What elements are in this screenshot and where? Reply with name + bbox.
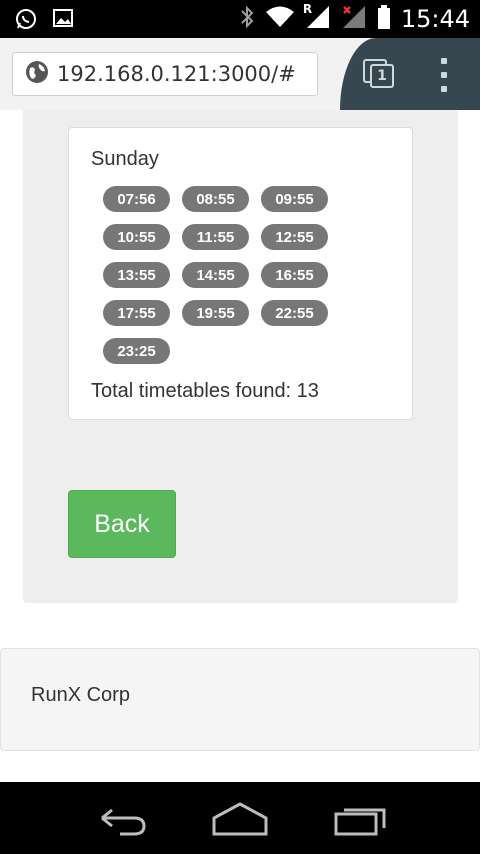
browser-toolbar: 192.168.0.121:3000/# <box>0 38 480 110</box>
home-icon <box>212 802 268 836</box>
bluetooth-icon <box>239 4 255 34</box>
address-bar[interactable]: 192.168.0.121:3000/# <box>12 52 318 96</box>
time-badge: 13:55 <box>103 262 170 288</box>
time-badge: 08:55 <box>182 186 249 212</box>
time-badge: 16:55 <box>261 262 328 288</box>
time-badge: 19:55 <box>182 300 249 326</box>
signal-roaming-icon: R <box>302 2 331 34</box>
time-badge: 09:55 <box>261 186 328 212</box>
nav-back-button[interactable] <box>90 798 150 838</box>
time-badge: 14:55 <box>182 262 249 288</box>
total-timetables: Total timetables found: 13 <box>91 380 319 402</box>
page-content: Sunday 07:56 08:55 09:55 10:55 11:55 12:55 13:… <box>0 110 480 782</box>
footer: RunX Corp <box>0 648 480 751</box>
back-arrow-icon <box>101 808 146 836</box>
battery-icon <box>377 4 391 34</box>
time-badge: 10:55 <box>103 224 170 250</box>
nav-recents-button[interactable] <box>330 798 390 838</box>
url-text: 192.168.0.121:3000/# <box>57 62 296 86</box>
time-badge: 17:55 <box>103 300 170 326</box>
menu-dot-icon <box>441 72 447 78</box>
navigation-bar <box>0 782 480 854</box>
whatsapp-icon <box>14 7 38 35</box>
image-icon <box>52 7 74 35</box>
signal-no-service-icon <box>341 4 367 34</box>
toolbar-actions-area <box>340 38 480 110</box>
globe-icon <box>25 60 49 88</box>
time-badge: 07:56 <box>103 186 170 212</box>
timetable-panel: Sunday 07:56 08:55 09:55 10:55 11:55 12:55 13:… <box>68 127 413 420</box>
back-button[interactable]: Back <box>68 490 176 558</box>
overflow-menu-button[interactable] <box>436 58 452 92</box>
time-badge: 12:55 <box>261 224 328 250</box>
time-badge: 22:55 <box>261 300 328 326</box>
status-time: 15:44 <box>400 5 470 33</box>
time-badge: 11:55 <box>182 224 249 250</box>
day-label: Sunday <box>91 148 159 170</box>
time-badge-list: 07:56 08:55 09:55 10:55 11:55 12:55 13:55 14:55… <box>103 186 343 364</box>
tab-count: 1 <box>377 68 387 84</box>
menu-dot-icon <box>441 86 447 92</box>
menu-dot-icon <box>441 58 447 64</box>
status-bar: R 15:44 <box>0 0 480 38</box>
tab-switcher-button[interactable]: 1 <box>370 64 394 88</box>
recents-icon <box>334 808 386 836</box>
wifi-icon <box>265 5 295 33</box>
content-well: Sunday 07:56 08:55 09:55 10:55 11:55 12:55 13:… <box>23 110 458 603</box>
time-badge: 23:25 <box>103 338 170 364</box>
footer-text: RunX Corp <box>31 684 130 706</box>
nav-home-button[interactable] <box>210 798 270 838</box>
roaming-label: R <box>302 2 313 16</box>
